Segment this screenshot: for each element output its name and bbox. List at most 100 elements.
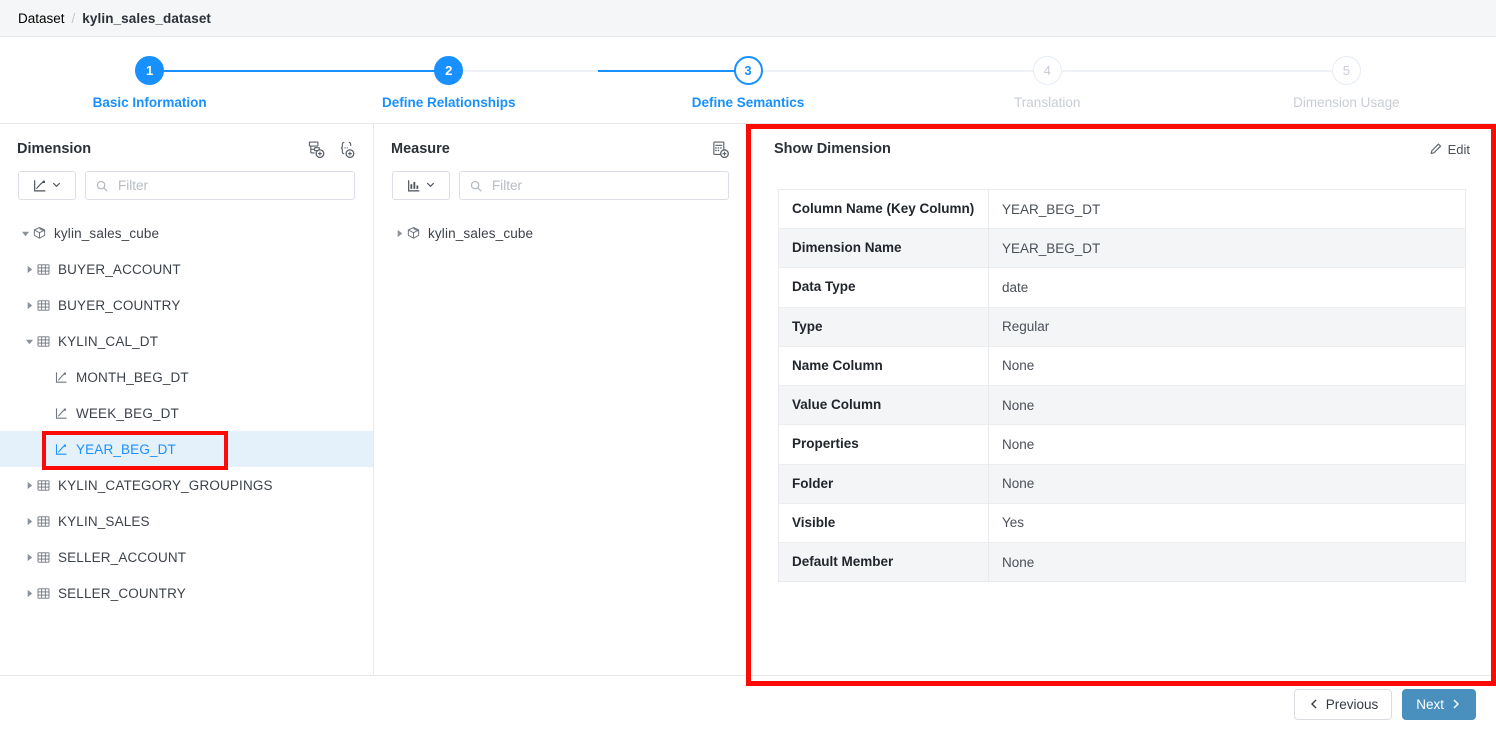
detail-row-value: None: [1002, 476, 1035, 492]
wizard-footer: Previous Next: [0, 675, 1496, 732]
caret-down-icon[interactable]: [22, 337, 36, 346]
dimension-tree-node[interactable]: YEAR_BEG_DT: [0, 431, 373, 467]
caret-right-icon[interactable]: [22, 265, 36, 274]
wizard-step-2[interactable]: 2 Define Relationships: [299, 37, 599, 123]
dimension-tree-node[interactable]: SELLER_ACCOUNT: [0, 539, 373, 575]
dimension-filter-row: [0, 167, 373, 200]
edit-button[interactable]: Edit: [1429, 142, 1470, 157]
detail-row-value: YEAR_BEG_DT: [1002, 240, 1101, 256]
next-button[interactable]: Next: [1402, 688, 1476, 720]
step-connector-right: [448, 70, 599, 72]
cube-icon: [406, 226, 426, 241]
dimension-tree-node[interactable]: KYLIN_SALES: [0, 503, 373, 539]
tree-node-label: MONTH_BEG_DT: [76, 369, 189, 385]
dimension-tree-node[interactable]: MONTH_BEG_DT: [0, 359, 373, 395]
detail-row: Value Column None: [778, 385, 1466, 425]
detail-row: Name Column None: [778, 346, 1466, 386]
wizard-step-5[interactable]: 5 Dimension Usage: [1196, 37, 1496, 123]
dimension-panel: Dimension Filter kylin_sales_cube BUYER_…: [0, 124, 374, 675]
search-icon: [470, 180, 482, 192]
dimension-axis-icon: [54, 370, 74, 385]
detail-row: Column Name (Key Column) YEAR_BEG_DT: [778, 189, 1466, 229]
detail-row-key: Name Column: [778, 346, 989, 386]
detail-row: Type Regular: [778, 307, 1466, 347]
table-icon: [36, 334, 56, 349]
detail-panel-header: Show Dimension Edit: [748, 131, 1496, 167]
step-connector-left: [1196, 70, 1347, 72]
add-hierarchy-icon[interactable]: [307, 140, 326, 159]
previous-button[interactable]: Previous: [1293, 688, 1393, 720]
measure-panel: Measure Filter kylin_sales_cube: [374, 124, 748, 675]
measure-search-input[interactable]: [490, 177, 728, 194]
dimension-panel-header: Dimension: [0, 131, 373, 167]
table-icon: [36, 478, 56, 493]
add-calculated-measure-icon[interactable]: [711, 140, 730, 159]
table-icon: [36, 514, 56, 529]
dimension-tree-node[interactable]: KYLIN_CAL_DT: [0, 323, 373, 359]
step-number-badge: 4: [1032, 56, 1062, 85]
wizard-step-3[interactable]: 3 Define Semantics: [598, 37, 898, 123]
chevron-down-icon: [51, 177, 62, 195]
dimension-tree-node[interactable]: KYLIN_CATEGORY_GROUPINGS: [0, 467, 373, 503]
step-connector-right: [149, 70, 300, 72]
measure-search-box[interactable]: [459, 171, 729, 200]
dimension-detail-table: Column Name (Key Column) YEAR_BEG_DT Dimen…: [778, 189, 1466, 583]
caret-right-icon[interactable]: [392, 229, 406, 238]
step-number-badge: 2: [434, 56, 464, 85]
wizard-stepper: 1 Basic Information 2 Define Relationships 3…: [0, 37, 1496, 124]
dimension-type-select[interactable]: [18, 171, 76, 200]
wizard-step-4[interactable]: 4 Translation: [897, 37, 1197, 123]
wizard-step-1[interactable]: 1 Basic Information: [0, 37, 300, 123]
measure-tree-node[interactable]: kylin_sales_cube: [374, 215, 747, 251]
caret-down-icon[interactable]: [18, 229, 32, 238]
tree-node-label: KYLIN_SALES: [58, 513, 150, 529]
dimension-search-box[interactable]: [85, 171, 355, 200]
dimension-tree-node[interactable]: WEEK_BEG_DT: [0, 395, 373, 431]
dimension-tree-node[interactable]: SELLER_COUNTRY: [0, 575, 373, 611]
step-label: Dimension Usage: [1293, 95, 1400, 110]
detail-row-key: Visible: [778, 503, 989, 543]
detail-row-value: None: [1002, 358, 1035, 374]
dimension-tree-node[interactable]: BUYER_ACCOUNT: [0, 251, 373, 287]
detail-panel-title: Show Dimension: [774, 141, 891, 157]
add-named-set-icon[interactable]: [337, 140, 356, 159]
caret-right-icon[interactable]: [22, 481, 36, 490]
dimension-axis-icon: [34, 179, 46, 191]
step-connector-left: [0, 70, 150, 72]
tree-node-label: WEEK_BEG_DT: [76, 405, 179, 421]
table-icon: [36, 298, 56, 313]
caret-right-icon[interactable]: [22, 301, 36, 310]
detail-row-key: Column Name (Key Column): [778, 189, 989, 229]
breadcrumb-root[interactable]: Dataset: [18, 11, 65, 26]
caret-right-icon[interactable]: [22, 553, 36, 562]
measure-panel-tools: [711, 140, 730, 159]
breadcrumb-current: kylin_sales_dataset: [82, 10, 212, 26]
detail-row: Default Member None: [778, 542, 1466, 582]
step-connector-left: [598, 70, 749, 72]
breadcrumb-separator: /: [71, 10, 76, 26]
detail-row-value: None: [1002, 554, 1035, 570]
pencil-icon: [1430, 143, 1441, 155]
tree-node-label: BUYER_ACCOUNT: [58, 261, 181, 277]
caret-right-icon[interactable]: [22, 589, 36, 598]
breadcrumb: Dataset / kylin_sales_dataset: [0, 0, 1496, 37]
detail-row-value: None: [1002, 436, 1035, 452]
step-label: Basic Information: [92, 95, 207, 110]
table-icon: [36, 262, 56, 277]
tree-node-label: SELLER_ACCOUNT: [58, 549, 187, 565]
dimension-tree-node[interactable]: kylin_sales_cube: [0, 215, 373, 251]
dataset-semantics-page: Dataset / kylin_sales_dataset 1 Basic Inf…: [0, 0, 1496, 732]
caret-right-icon[interactable]: [22, 517, 36, 526]
measure-panel-title: Measure: [391, 141, 450, 157]
dimension-axis-icon: [54, 406, 74, 421]
measure-type-select[interactable]: [392, 171, 450, 200]
tree-node-label: KYLIN_CAL_DT: [58, 333, 159, 349]
tree-node-label: kylin_sales_cube: [54, 225, 160, 241]
tree-node-label: kylin_sales_cube: [428, 225, 534, 241]
step-label: Define Relationships: [382, 95, 516, 110]
dimension-tree-node[interactable]: BUYER_COUNTRY: [0, 287, 373, 323]
step-connector-right: [748, 70, 898, 72]
dimension-search-input[interactable]: [116, 177, 354, 194]
step-connector-right: [1047, 70, 1197, 72]
chevron-down-icon: [425, 177, 436, 195]
